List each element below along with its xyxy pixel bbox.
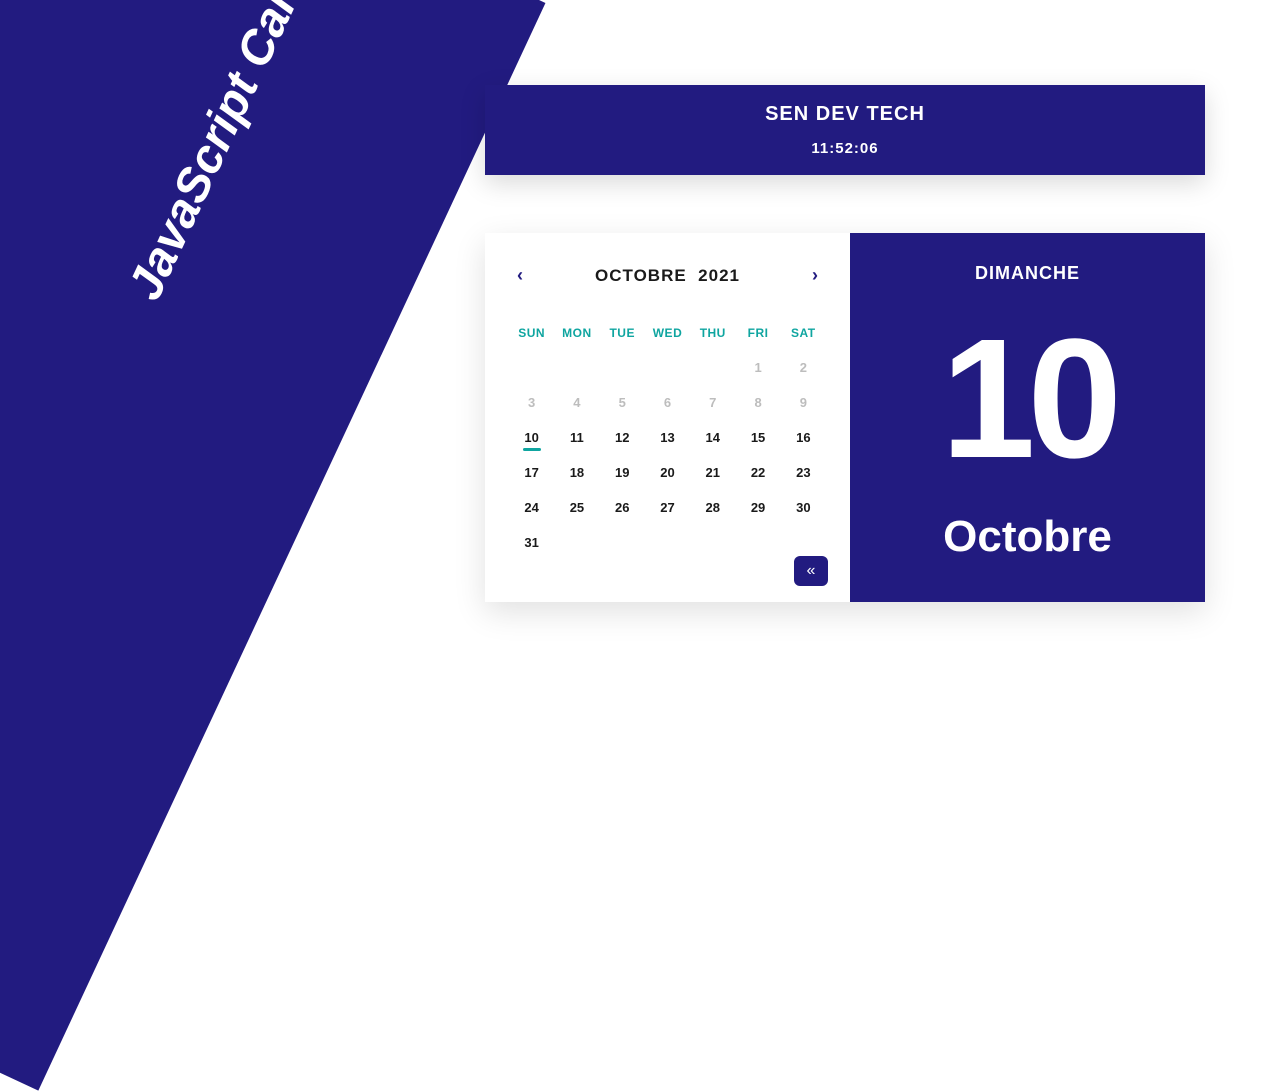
double-chevron-left-icon: « <box>807 562 816 580</box>
day-blank <box>509 350 554 385</box>
collapse-button[interactable]: « <box>794 556 828 586</box>
day-blank <box>554 350 599 385</box>
main-content: SEN DEV TECH 11:52:06 ‹ OCTOBRE 2021 › S… <box>485 85 1205 602</box>
day-cell[interactable]: 23 <box>781 455 826 490</box>
day-cell[interactable]: 5 <box>600 385 645 420</box>
month-label: OCTOBRE <box>595 266 687 285</box>
day-cell[interactable]: 16 <box>781 420 826 455</box>
today-panel: DIMANCHE 10 Octobre <box>850 233 1205 602</box>
year-label: 2021 <box>698 266 740 285</box>
prev-month-button[interactable]: ‹ <box>509 261 531 290</box>
weekday-label: MON <box>554 326 599 350</box>
day-cell[interactable]: 10 <box>509 420 554 455</box>
day-cell[interactable]: 8 <box>735 385 780 420</box>
days-grid: 1234567891011121314151617181920212223242… <box>509 350 826 560</box>
day-cell[interactable]: 20 <box>645 455 690 490</box>
day-cell[interactable]: 18 <box>554 455 599 490</box>
day-cell[interactable]: 17 <box>509 455 554 490</box>
weekday-label: THU <box>690 326 735 350</box>
month-year-label: OCTOBRE 2021 <box>595 266 740 286</box>
day-cell[interactable]: 19 <box>600 455 645 490</box>
day-cell[interactable]: 28 <box>690 490 735 525</box>
diagonal-banner <box>0 0 545 1091</box>
day-cell[interactable]: 11 <box>554 420 599 455</box>
day-cell[interactable]: 6 <box>645 385 690 420</box>
today-daynumber: 10 <box>941 314 1114 484</box>
weekday-label: TUE <box>600 326 645 350</box>
day-cell[interactable]: 30 <box>781 490 826 525</box>
day-cell[interactable]: 29 <box>735 490 780 525</box>
day-blank <box>600 350 645 385</box>
day-cell[interactable]: 7 <box>690 385 735 420</box>
day-cell[interactable]: 31 <box>509 525 554 560</box>
day-blank <box>645 350 690 385</box>
weekday-label: FRI <box>735 326 780 350</box>
weekday-label: WED <box>645 326 690 350</box>
brand-title: SEN DEV TECH <box>485 103 1205 126</box>
day-cell[interactable]: 22 <box>735 455 780 490</box>
day-cell[interactable]: 15 <box>735 420 780 455</box>
day-cell[interactable]: 24 <box>509 490 554 525</box>
clock-time: 11:52:06 <box>485 140 1205 157</box>
next-month-button[interactable]: › <box>804 261 826 290</box>
header-bar: SEN DEV TECH 11:52:06 <box>485 85 1205 175</box>
day-cell[interactable]: 3 <box>509 385 554 420</box>
day-cell[interactable]: 12 <box>600 420 645 455</box>
day-cell[interactable]: 21 <box>690 455 735 490</box>
day-cell[interactable]: 27 <box>645 490 690 525</box>
day-cell[interactable]: 9 <box>781 385 826 420</box>
day-cell[interactable]: 25 <box>554 490 599 525</box>
day-cell[interactable]: 13 <box>645 420 690 455</box>
day-cell-prev[interactable]: 2 <box>781 350 826 385</box>
today-month: Octobre <box>943 512 1112 562</box>
weekday-label: SUN <box>509 326 554 350</box>
calendar-grid-panel: ‹ OCTOBRE 2021 › SUNMONTUEWEDTHUFRISAT 1… <box>485 233 850 602</box>
calendar-header: ‹ OCTOBRE 2021 › <box>509 261 826 290</box>
today-dayname: DIMANCHE <box>975 263 1080 284</box>
day-blank <box>690 350 735 385</box>
day-cell[interactable]: 4 <box>554 385 599 420</box>
day-cell-prev[interactable]: 1 <box>735 350 780 385</box>
calendar-container: ‹ OCTOBRE 2021 › SUNMONTUEWEDTHUFRISAT 1… <box>485 233 1205 602</box>
day-cell[interactable]: 14 <box>690 420 735 455</box>
weekday-row: SUNMONTUEWEDTHUFRISAT <box>509 326 826 350</box>
weekday-label: SAT <box>781 326 826 350</box>
day-cell[interactable]: 26 <box>600 490 645 525</box>
